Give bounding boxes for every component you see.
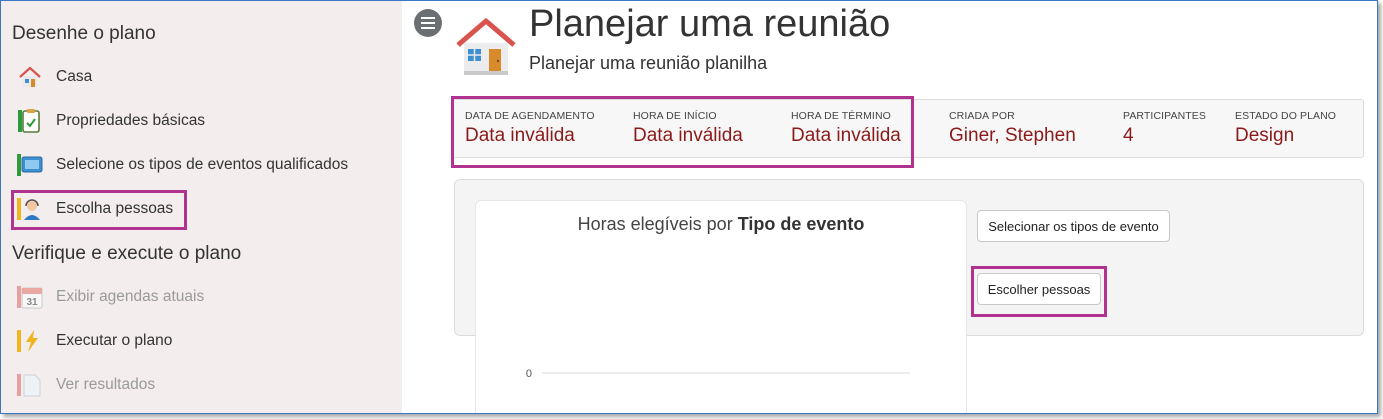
highlight-choose-people	[11, 190, 187, 230]
highlight-invalid-dates	[451, 96, 914, 168]
sidebar-item-label: Executar o plano	[56, 332, 173, 349]
section-title-verify: Verifique e execute o plano	[12, 243, 242, 264]
highlight-choose-people-button	[971, 266, 1107, 317]
clipboard-check-icon	[17, 108, 43, 134]
monitor-icon	[17, 152, 43, 178]
info-plan-state: ESTADO DO PLANO Design	[1235, 110, 1336, 147]
info-value: 4	[1123, 125, 1134, 146]
select-event-types-button[interactable]: Selecionar os tipos de evento	[977, 210, 1170, 242]
app-window: Desenhe o plano Casa Propriedades básica…	[0, 0, 1378, 414]
sidebar-item-label: Propriedades básicas	[56, 112, 206, 129]
info-value: Design	[1235, 125, 1295, 146]
chart-plot: 0	[526, 368, 910, 380]
sidebar-item-basic-properties[interactable]: Propriedades básicas	[17, 106, 205, 136]
page-title: Planejar uma reunião	[529, 3, 891, 45]
sidebar-item-run-plan[interactable]: Executar o plano	[17, 326, 172, 356]
page-subtitle: Planejar uma reunião planilha	[529, 53, 768, 73]
calendar-icon: 31	[17, 284, 43, 310]
house-icon	[17, 64, 43, 90]
info-label: ESTADO DO PLANO	[1235, 110, 1337, 122]
lightning-icon	[17, 328, 43, 354]
sidebar-item-event-types[interactable]: Selecione os tipos de eventos qualificad…	[17, 150, 348, 180]
menu-toggle-button[interactable]	[414, 9, 442, 37]
svg-text:31: 31	[26, 297, 38, 308]
sidebar: Desenhe o plano Casa Propriedades básica…	[1, 1, 402, 413]
info-label: CRIADA POR	[949, 110, 1015, 122]
house-logo-icon	[454, 15, 518, 82]
sidebar-item-label: Ver resultados	[56, 376, 156, 393]
chart-card: Horas elegíveis por Tipo de evento 0	[475, 200, 967, 413]
info-created-by: CRIADA POR Giner, Stephen	[949, 110, 1076, 147]
info-participants: PARTICIPANTES 4	[1123, 110, 1206, 147]
info-value: Giner, Stephen	[949, 125, 1076, 146]
info-label: PARTICIPANTES	[1123, 110, 1206, 122]
y-tick-label: 0	[526, 368, 532, 380]
sidebar-item-label: Casa	[56, 68, 93, 85]
section-title-design: Desenhe o plano	[12, 23, 156, 44]
sidebar-item-home[interactable]: Casa	[17, 62, 92, 92]
sidebar-item-label: Selecione os tipos de eventos qualificad…	[56, 156, 349, 173]
document-icon	[17, 372, 43, 398]
sidebar-item-results[interactable]: Ver resultados	[17, 370, 155, 400]
hamburger-icon	[421, 17, 435, 29]
sidebar-item-current-schedules[interactable]: 31 Exibir agendas atuais	[17, 282, 204, 312]
sidebar-item-label: Exibir agendas atuais	[56, 288, 205, 305]
